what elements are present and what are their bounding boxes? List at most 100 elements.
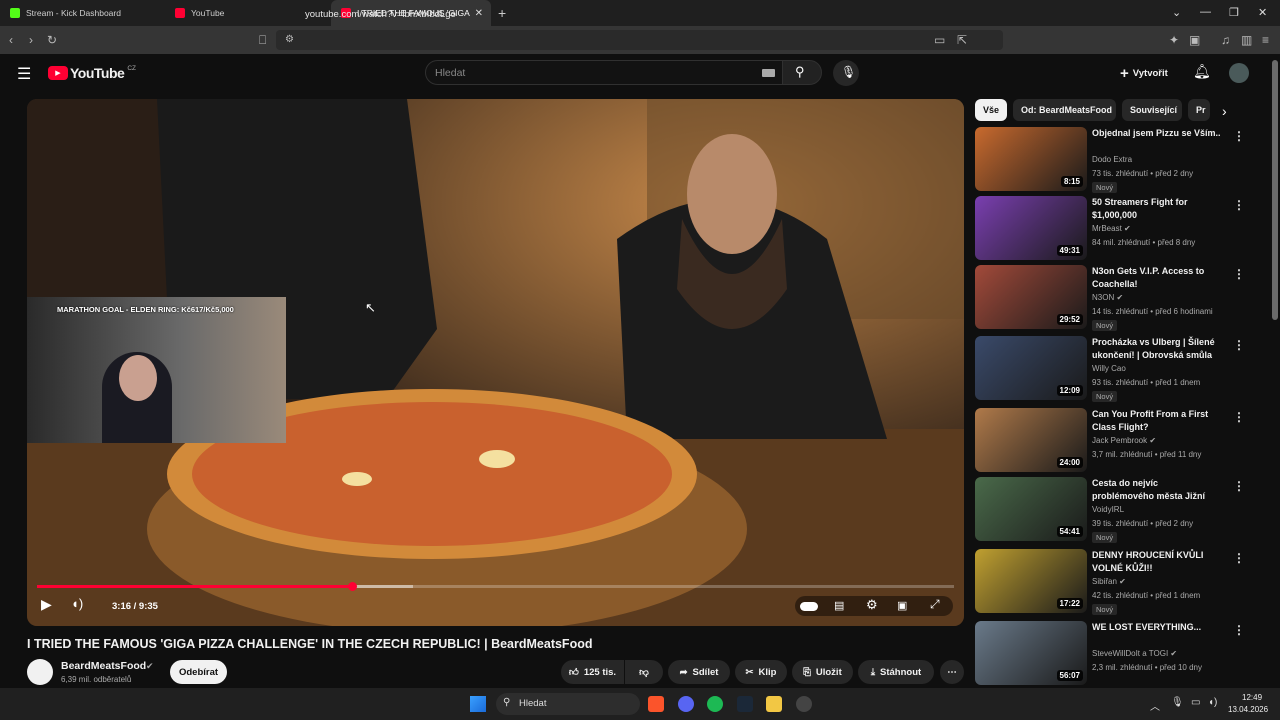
recommended-video[interactable]: 8:15 Objednal jsem Pizzu se Vším.. Dodo Ex…: [975, 127, 1265, 193]
recommended-video[interactable]: 56:07 WE LOST EVERYTHING... SteveWillDoIt …: [975, 621, 1265, 685]
recommended-channel[interactable]: Willy Cao: [1092, 364, 1126, 373]
close-tab-icon[interactable]: ✕: [475, 8, 483, 19]
play-icon[interactable]: ▶: [41, 596, 52, 613]
minimize-button[interactable]: —: [1200, 6, 1211, 18]
recommended-video[interactable]: 49:31 50 Streamers Fight for $1,000,000 Mr…: [975, 196, 1265, 260]
video-thumbnail[interactable]: 29:52: [975, 265, 1087, 329]
seek-handle[interactable]: [347, 582, 357, 591]
wallet-icon[interactable]: ▣: [1189, 33, 1200, 47]
chevron-right-icon[interactable]: ›: [1222, 103, 1227, 119]
extensions-icon[interactable]: ✦: [1169, 33, 1179, 47]
more-actions-button[interactable]: ⋯: [940, 660, 964, 684]
file-explorer-icon[interactable]: [766, 696, 782, 712]
video-thumbnail[interactable]: 49:31: [975, 196, 1087, 260]
video-thumbnail[interactable]: 54:41: [975, 477, 1087, 541]
reload-icon[interactable]: ↻: [47, 33, 57, 47]
subscribe-button[interactable]: Odebírat: [170, 660, 227, 684]
avatar[interactable]: [1229, 63, 1249, 83]
media-icon[interactable]: ♫: [1221, 33, 1230, 47]
recommended-title[interactable]: WE LOST EVERYTHING...: [1092, 621, 1222, 634]
recommended-title[interactable]: N3on Gets V.I.P. Access to Coachella!: [1092, 265, 1222, 291]
recommended-channel[interactable]: VoidyIRL: [1092, 505, 1124, 514]
chip-from-channel[interactable]: Od: BeardMeatsFood: [1013, 99, 1116, 121]
recommended-channel[interactable]: N3ON ✔: [1092, 293, 1123, 302]
new-tab-button[interactable]: +: [498, 5, 506, 21]
settings-gear-icon[interactable]: ⚙: [866, 597, 878, 613]
more-options-icon[interactable]: ⋮: [1233, 338, 1245, 352]
recommended-channel[interactable]: MrBeast ✔: [1092, 224, 1131, 233]
steam-icon[interactable]: [737, 696, 753, 712]
recommended-title[interactable]: Objednal jsem Pizzu se Vším..: [1092, 127, 1222, 140]
video-thumbnail[interactable]: 56:07: [975, 621, 1087, 685]
discord-icon[interactable]: [678, 696, 694, 712]
video-thumbnail[interactable]: 12:09: [975, 336, 1087, 400]
brave-browser-icon[interactable]: [648, 696, 664, 712]
forward-icon[interactable]: ›: [29, 33, 33, 47]
obs-icon[interactable]: [796, 696, 812, 712]
tab-kick-dashboard[interactable]: Stream - Kick Dashboard: [0, 0, 165, 26]
cast-icon[interactable]: ▭: [934, 33, 945, 47]
chip-all[interactable]: Vše: [975, 99, 1007, 121]
volume-icon[interactable]: ◖): [71, 596, 83, 611]
channel-avatar[interactable]: [27, 659, 53, 685]
maximize-button[interactable]: ❐: [1229, 6, 1239, 19]
clock-time[interactable]: 12:49: [1242, 693, 1262, 702]
menu-icon[interactable]: ≡: [1262, 33, 1269, 47]
recommended-title[interactable]: DENNY HROUCENÍ KVŮLI VOLNÉ KŮŽI!!: [1092, 549, 1222, 575]
recommended-video[interactable]: 54:41 Cesta do nejvíc problémového města …: [975, 477, 1265, 543]
windows-start-icon[interactable]: [470, 696, 486, 712]
share-page-icon[interactable]: ⇱: [957, 33, 967, 47]
save-button[interactable]: ⎘ Uložit: [792, 660, 853, 684]
search-button[interactable]: ⚲: [782, 60, 822, 85]
more-options-icon[interactable]: ⋮: [1233, 410, 1245, 424]
recommended-video[interactable]: 24:00 Can You Profit From a First Class F…: [975, 408, 1265, 472]
recommended-channel[interactable]: Sibiřan ✔: [1092, 577, 1126, 586]
recommended-title[interactable]: Cesta do nejvíc problémového města Jižní…: [1092, 477, 1222, 503]
taskbar-search-input[interactable]: ⚲ Hledat: [496, 693, 640, 715]
create-button[interactable]: + Vytvořit: [1120, 65, 1168, 82]
scrollbar-thumb[interactable]: [1272, 60, 1278, 320]
spotify-icon[interactable]: [707, 696, 723, 712]
video-thumbnail[interactable]: 17:22: [975, 549, 1087, 613]
back-icon[interactable]: ‹: [9, 33, 13, 47]
more-options-icon[interactable]: ⋮: [1233, 623, 1245, 637]
search-input[interactable]: Hledat: [425, 60, 783, 85]
notifications-bell-icon[interactable]: 🔔︎: [1193, 63, 1211, 80]
channel-name[interactable]: BeardMeatsFood: [61, 660, 146, 672]
recommended-video[interactable]: 29:52 N3on Gets V.I.P. Access to Coachell…: [975, 265, 1265, 331]
autoplay-toggle[interactable]: [800, 602, 818, 611]
download-button[interactable]: ⤓ Stáhnout: [858, 660, 934, 684]
voice-search-button[interactable]: 🎙︎: [833, 60, 859, 86]
chip-related[interactable]: Související: [1122, 99, 1182, 121]
tab-list-icon[interactable]: ⌄: [1172, 6, 1181, 19]
recommended-channel[interactable]: Dodo Extra: [1092, 155, 1132, 164]
seek-bar[interactable]: [37, 582, 954, 591]
recommended-video[interactable]: 17:22 DENNY HROUCENÍ KVŮLI VOLNÉ KŮŽI!! Si…: [975, 549, 1265, 615]
more-options-icon[interactable]: ⋮: [1233, 198, 1245, 212]
hamburger-menu-icon[interactable]: ☰: [17, 64, 31, 84]
subtitles-icon[interactable]: ▤: [834, 599, 844, 612]
site-info-icon[interactable]: ⚙: [285, 34, 294, 45]
video-thumbnail[interactable]: 8:15: [975, 127, 1087, 191]
fullscreen-icon[interactable]: ⤢: [930, 597, 940, 612]
more-options-icon[interactable]: ⋮: [1233, 551, 1245, 565]
volume-tray-icon[interactable]: ◖): [1208, 697, 1217, 708]
recommended-channel[interactable]: Jack Pembrook ✔: [1092, 436, 1156, 445]
network-icon[interactable]: ▭: [1191, 697, 1200, 708]
more-options-icon[interactable]: ⋮: [1233, 479, 1245, 493]
recommended-title[interactable]: Procházka vs Ulberg | Šílené ukončení! |…: [1092, 336, 1222, 362]
miniplayer-icon[interactable]: ▣: [897, 599, 907, 612]
dislike-button[interactable]: 👎︎: [625, 660, 663, 684]
sidebar-icon[interactable]: ▥: [1241, 33, 1252, 47]
chevron-up-icon[interactable]: ︿: [1150, 698, 1160, 713]
close-window-button[interactable]: ✕: [1258, 6, 1267, 19]
recommended-title[interactable]: 50 Streamers Fight for $1,000,000: [1092, 196, 1222, 222]
youtube-logo[interactable]: ▶ YouTube CZ: [48, 65, 136, 81]
more-options-icon[interactable]: ⋮: [1233, 129, 1245, 143]
recommended-channel[interactable]: SteveWillDoIt a TOGI ✔: [1092, 649, 1177, 658]
recommended-video[interactable]: 12:09 Procházka vs Ulberg | Šílené ukonče…: [975, 336, 1265, 402]
clock-date[interactable]: 13.04.2026: [1228, 705, 1268, 714]
like-button[interactable]: 👍︎ 125 tis.: [561, 660, 624, 684]
more-options-icon[interactable]: ⋮: [1233, 267, 1245, 281]
share-button[interactable]: ➦ Sdílet: [668, 660, 730, 684]
